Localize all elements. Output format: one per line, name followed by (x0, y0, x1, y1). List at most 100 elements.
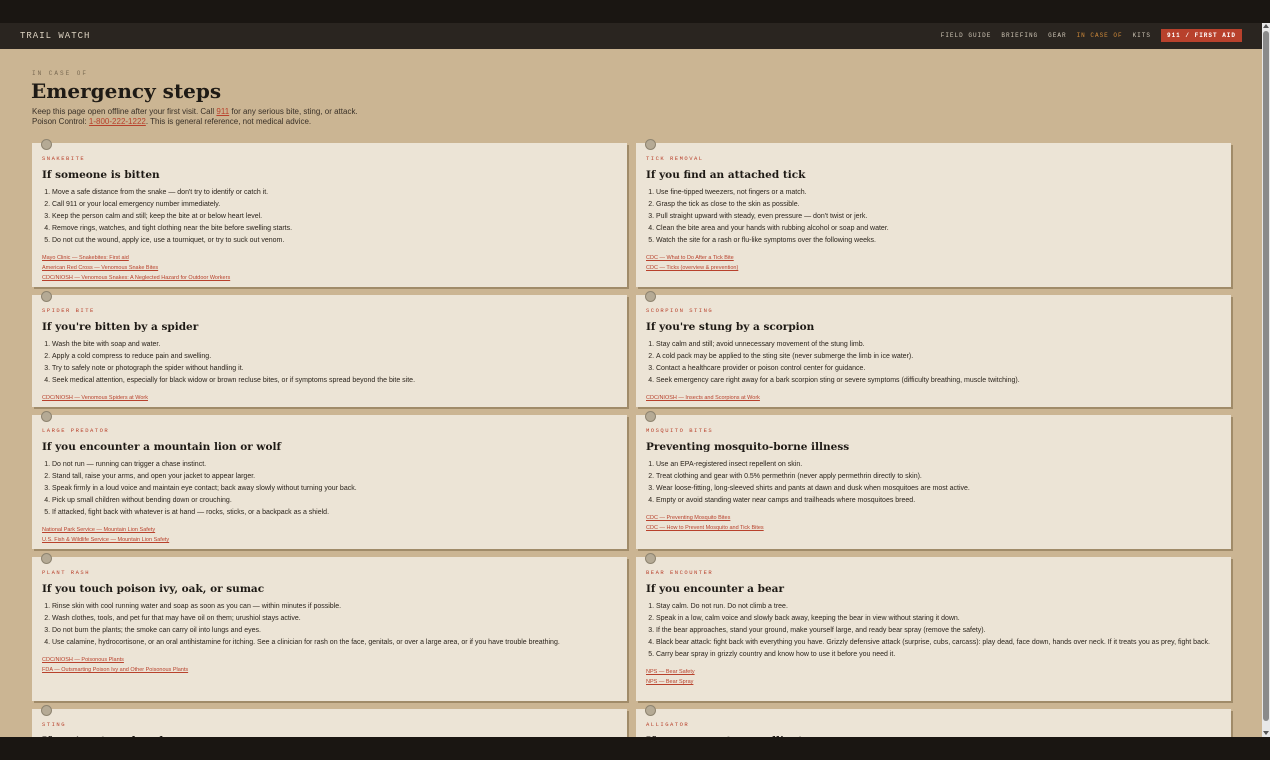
steps-list: Use fine-tipped tweezers, not fingers or… (646, 187, 1221, 247)
step-item: If attacked, fight back with whatever is… (52, 507, 617, 519)
scrollbar-thumb[interactable] (1263, 31, 1269, 721)
step-item: Pull straight upward with steady, even p… (656, 211, 1221, 223)
step-item: Clean the bite area and your hands with … (656, 223, 1221, 235)
card-title: If you're stung by a scorpion (646, 321, 815, 333)
step-item: Watch the site for a rash or flu-like sy… (656, 235, 1221, 247)
pin-icon (645, 411, 656, 422)
pin-icon (41, 291, 52, 302)
source-links: CDC — Preventing Mosquito Bites CDC — How… (646, 513, 1221, 533)
card-spider-bite: SPIDER BITE If you're bitten by a spider W… (32, 291, 627, 407)
step-item: If the bear approaches, stand your groun… (656, 625, 1221, 637)
source-links: CDC — What to Do After a Tick Bite CDC — … (646, 253, 1221, 273)
steps-list: Stay calm. Do not run. Do not climb a tr… (646, 601, 1221, 661)
source-link[interactable]: U.S. Fish & Wildlife Service — Mountain … (42, 535, 617, 545)
steps-list: Move a safe distance from the snake — do… (42, 187, 617, 247)
intro-text: Keep this page open offline after your f… (32, 107, 372, 127)
source-link[interactable]: Mayo Clinic — Snakebites: First aid (42, 253, 617, 263)
step-item: Stand tall, raise your arms, and open yo… (52, 471, 617, 483)
brand-logo[interactable]: TRAIL WATCH (20, 31, 90, 41)
source-link[interactable]: CDC/NIOSH — Venomous Snakes: A Neglected… (42, 273, 617, 283)
source-link[interactable]: NPS — Bear Spray (646, 677, 1221, 687)
step-item: Do not run — running can trigger a chase… (52, 459, 617, 471)
step-item: Wear loose-fitting, long-sleeved shirts … (656, 483, 1221, 495)
bottom-bar (0, 737, 1270, 760)
step-item: Wash clothes, tools, and pet fur that ma… (52, 613, 617, 625)
top-nav: TRAIL WATCH FIELD GUIDE BRIEFING GEAR IN… (0, 23, 1262, 49)
source-links: National Park Service — Mountain Lion Sa… (42, 525, 617, 545)
card-plant-rash: PLANT RASH If you touch poison ivy, oak, … (32, 553, 627, 701)
nav-gear[interactable]: GEAR (1048, 32, 1066, 39)
pin-icon (41, 411, 52, 422)
pin-icon (41, 705, 52, 716)
source-link[interactable]: CDC — Preventing Mosquito Bites (646, 513, 1221, 523)
card-title: Preventing mosquito-borne illness (646, 441, 850, 453)
nav-briefing[interactable]: BRIEFING (1001, 32, 1038, 39)
step-item: Keep the person calm and still; keep the… (52, 211, 617, 223)
pin-icon (41, 553, 52, 564)
nav-in-case-of[interactable]: IN CASE OF (1077, 32, 1123, 39)
scroll-up-icon[interactable] (1263, 24, 1269, 28)
nav-kits[interactable]: KITS (1133, 32, 1151, 39)
source-links: Mayo Clinic — Snakebites: First aid Ameri… (42, 253, 617, 283)
intro-text-1: Keep this page open offline after your f… (32, 107, 217, 116)
card-label: BEAR ENCOUNTER (646, 569, 714, 576)
step-item: Treat clothing and gear with 0.5% permet… (656, 471, 1221, 483)
card-scorpion-sting: SCORPION STING If you're stung by a scorp… (636, 291, 1231, 407)
card-bear-encounter: BEAR ENCOUNTER If you encounter a bear Sta… (636, 553, 1231, 701)
steps-list: Stay calm and still; avoid unnecessary m… (646, 339, 1221, 387)
pin-icon (645, 139, 656, 150)
card-label: TICK REMOVAL (646, 155, 704, 162)
step-item: Apply a cold compress to reduce pain and… (52, 351, 617, 363)
card-label: PLANT RASH (42, 569, 91, 576)
source-link[interactable]: CDC — Ticks (overview & prevention) (646, 263, 1221, 273)
card-label: LARGE PREDATOR (42, 427, 110, 434)
nav-links: FIELD GUIDE BRIEFING GEAR IN CASE OF KIT… (931, 29, 1242, 42)
eyebrow: IN CASE OF (32, 70, 89, 77)
source-link[interactable]: CDC/NIOSH — Insects and Scorpions at Wor… (646, 393, 1221, 403)
source-link[interactable]: FDA — Outsmarting Poison Ivy and Other P… (42, 665, 617, 675)
scrollbar[interactable] (1262, 23, 1270, 737)
main-content: IN CASE OF Emergency steps Keep this pag… (0, 49, 1262, 737)
step-item: Speak in a low, calm voice and slowly ba… (656, 613, 1221, 625)
step-item: A cold pack may be applied to the sting … (656, 351, 1221, 363)
card-label: STING (42, 721, 67, 728)
card-label: ALLIGATOR (646, 721, 690, 728)
step-item: Try to safely note or photograph the spi… (52, 363, 617, 375)
step-item: Call 911 or your local emergency number … (52, 199, 617, 211)
step-item: Empty or avoid standing water near camps… (656, 495, 1221, 507)
nav-field-guide[interactable]: FIELD GUIDE (941, 32, 992, 39)
card-title: If you touch poison ivy, oak, or sumac (42, 583, 265, 595)
step-item: Grasp the tick as close to the skin as p… (656, 199, 1221, 211)
page-title: Emergency steps (31, 79, 222, 103)
source-link[interactable]: CDC/NIOSH — Venomous Spiders at Work (42, 393, 617, 403)
source-link[interactable]: CDC — What to Do After a Tick Bite (646, 253, 1221, 263)
first-aid-button[interactable]: 911 / FIRST AID (1160, 29, 1242, 42)
scroll-down-icon[interactable] (1263, 731, 1269, 735)
step-item: Seek medical attention, especially for b… (52, 375, 617, 387)
source-links: CDC/NIOSH — Venomous Spiders at Work (42, 393, 617, 403)
step-item: Stay calm and still; avoid unnecessary m… (656, 339, 1221, 351)
step-item: Stay calm. Do not run. Do not climb a tr… (656, 601, 1221, 613)
card-tick-removal: TICK REMOVAL If you find an attached tick… (636, 139, 1231, 287)
source-link[interactable]: National Park Service — Mountain Lion Sa… (42, 525, 617, 535)
pin-icon (645, 553, 656, 564)
source-links: NPS — Bear Safety NPS — Bear Spray (646, 667, 1221, 687)
source-link[interactable]: CDC — How to Prevent Mosquito and Tick B… (646, 523, 1221, 533)
step-item: Use an EPA-registered insect repellent o… (656, 459, 1221, 471)
source-link[interactable]: CDC/NIOSH — Poisonous Plants (42, 655, 617, 665)
call-911-link[interactable]: 911 (216, 107, 229, 116)
source-link[interactable]: American Red Cross — Venomous Snake Bite… (42, 263, 617, 273)
card-mosquito-bites: MOSQUITO BITES Preventing mosquito-borne … (636, 411, 1231, 549)
poison-control-link[interactable]: 1-800-222-1222 (89, 117, 146, 126)
step-item: Rinse skin with cool running water and s… (52, 601, 617, 613)
source-links: CDC/NIOSH — Poisonous Plants FDA — Outsma… (42, 655, 617, 675)
card-label: SPIDER BITE (42, 307, 95, 314)
step-item: Do not burn the plants; the smoke can ca… (52, 625, 617, 637)
step-item: Pick up small children without bending d… (52, 495, 617, 507)
card-title: If you find an attached tick (646, 169, 806, 181)
source-link[interactable]: NPS — Bear Safety (646, 667, 1221, 677)
card-label: SNAKEBITE (42, 155, 86, 162)
card-title: If someone is bitten (42, 169, 160, 181)
card-title: If you're bitten by a spider (42, 321, 199, 333)
pin-icon (645, 705, 656, 716)
